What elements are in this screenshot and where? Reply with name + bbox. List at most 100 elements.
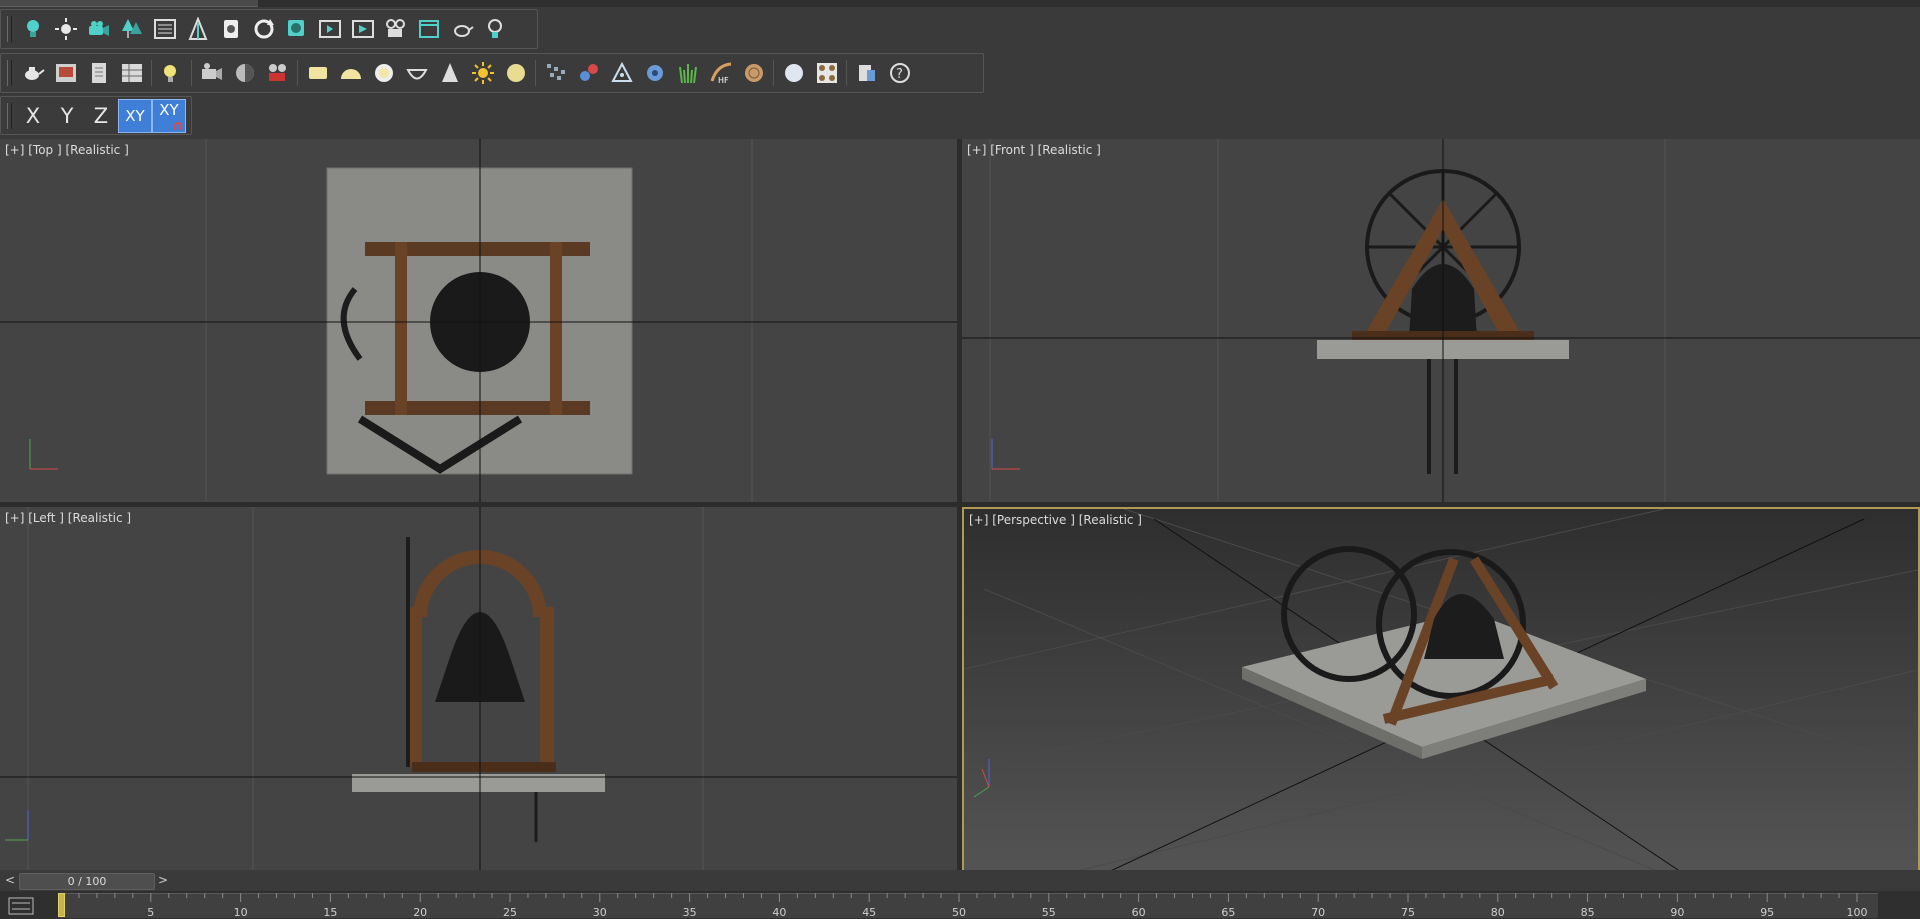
track-tick-label: 100 [1846,906,1868,919]
track-tick-label: 25 [503,906,517,919]
film-import-icon[interactable] [313,12,346,46]
viewport-left-label[interactable]: [+] [Left ] [Realistic ] [5,511,131,525]
box-icon[interactable] [301,56,334,90]
axis-xy-lock-button[interactable]: XY [152,98,186,133]
window-icon[interactable] [412,12,445,46]
ring-icon[interactable] [367,56,400,90]
ruler-icon[interactable] [181,12,214,46]
wood-disc-icon[interactable] [737,56,770,90]
track-tick-label: 10 [233,906,248,919]
tree-icon[interactable] [115,12,148,46]
track-tick-label: 90 [1670,906,1685,919]
help-icon[interactable]: ? [883,56,916,90]
grass-icon[interactable] [671,56,704,90]
track-tick-label: 95 [1760,906,1775,919]
lock-icon [174,121,182,130]
viewport-perspective[interactable]: [+] [Perspective ] [Realistic ] [962,507,1920,872]
track-tick-label: 70 [1311,906,1326,919]
current-frame-marker[interactable] [58,893,65,917]
tripod-icon[interactable] [605,56,638,90]
toolbar-separator [191,60,192,86]
track-tick-label: 50 [952,906,966,919]
clipboard-icon[interactable] [850,56,883,90]
axis-xy-button[interactable]: XY [118,98,152,133]
track-tick-label: 65 [1221,906,1236,919]
sphere-half-icon[interactable] [228,56,261,90]
sun-icon[interactable] [49,12,82,46]
toolbar-grip[interactable] [7,60,12,86]
viewport-front[interactable]: [+] [Front ] [Realistic ] [962,139,1920,502]
svg-text:?: ? [896,67,903,82]
document-icon[interactable] [82,56,115,90]
next-frame-button[interactable]: > [155,872,171,888]
hair-fur-icon[interactable]: HF [704,56,737,90]
track-tick-label: 35 [682,906,697,919]
time-slider[interactable]: 0 / 100 [19,873,155,890]
track-tick-label: 40 [772,906,787,919]
viewport-divider-horizontal[interactable] [0,502,1920,507]
render-frame-icon[interactable] [280,12,313,46]
table-icon[interactable] [115,56,148,90]
bowl-icon[interactable] [400,56,433,90]
sun-light-icon[interactable] [466,56,499,90]
track-tick-label: 30 [592,906,607,919]
list-icon[interactable] [148,12,181,46]
track-ticks [60,893,1858,902]
toolbar-grip[interactable] [7,102,12,129]
teapot-outline-icon[interactable] [445,12,478,46]
svg-text:HF: HF [718,76,729,85]
refresh-icon[interactable] [247,12,280,46]
camera-rig-icon[interactable] [379,12,412,46]
track-tick-label: 85 [1580,906,1595,919]
teapot-icon[interactable] [16,56,49,90]
toolbar-separator [773,60,774,86]
toolbar-grip[interactable] [7,16,12,42]
track-tick-label: 60 [1131,906,1146,919]
perspective-view-canvas [964,509,1918,870]
material-editor-icon[interactable] [810,56,843,90]
bottle-icon[interactable] [214,12,247,46]
viewport-left[interactable]: [+] [Left ] [Realistic ] [0,507,957,872]
camera-icon[interactable] [195,56,228,90]
camera-group-icon[interactable] [82,12,115,46]
film-play-icon[interactable] [346,12,379,46]
toolbar-separator [535,60,536,86]
film-camera-icon[interactable] [261,56,294,90]
axis-tripod-front [991,439,1020,470]
viewport-top[interactable]: [+] [Top ] [Realistic ] [0,139,957,502]
top-view-canvas [0,139,957,502]
time-slider-bar [0,870,1920,890]
toolbar-separator [846,60,847,86]
lightbulb-bright-icon[interactable] [478,12,511,46]
sphere-gold-icon[interactable] [499,56,532,90]
track-tick-label: 45 [862,906,877,919]
front-view-canvas [962,139,1920,502]
render-image-icon[interactable] [49,56,82,90]
dome-icon[interactable] [334,56,367,90]
viewport-front-label[interactable]: [+] [Front ] [Realistic ] [967,143,1101,157]
axis-y-button[interactable]: Y [50,99,84,133]
axis-x-button[interactable]: X [16,99,50,133]
axis-z-button[interactable]: Z [84,99,118,133]
left-view-canvas [0,507,957,872]
gear-icon[interactable] [638,56,671,90]
axis-tripod-left [5,810,29,841]
cone-light-icon[interactable] [433,56,466,90]
track-tick-label: 75 [1401,906,1415,919]
light-bulb-icon[interactable] [16,12,49,46]
track-tick-label: 5 [147,906,155,919]
axis-xy-lock-label: XY [159,100,179,119]
light-list-icon[interactable] [155,56,188,90]
grid-pattern-icon[interactable] [539,56,572,90]
molecule-icon[interactable] [572,56,605,90]
document-tab[interactable] [0,0,258,7]
white-sphere-icon[interactable] [777,56,810,90]
viewport-top-label[interactable]: [+] [Top ] [Realistic ] [5,143,129,157]
toolbar-separator [297,60,298,86]
viewport-perspective-label[interactable]: [+] [Perspective ] [Realistic ] [969,513,1142,527]
axis-constraints-toolbar: X Y Z XY XY [0,96,192,135]
toolbar-separator [151,60,152,86]
axis-tripod-top [29,439,58,470]
prev-frame-button[interactable]: < [2,872,18,888]
window-top-strip [0,0,1920,7]
